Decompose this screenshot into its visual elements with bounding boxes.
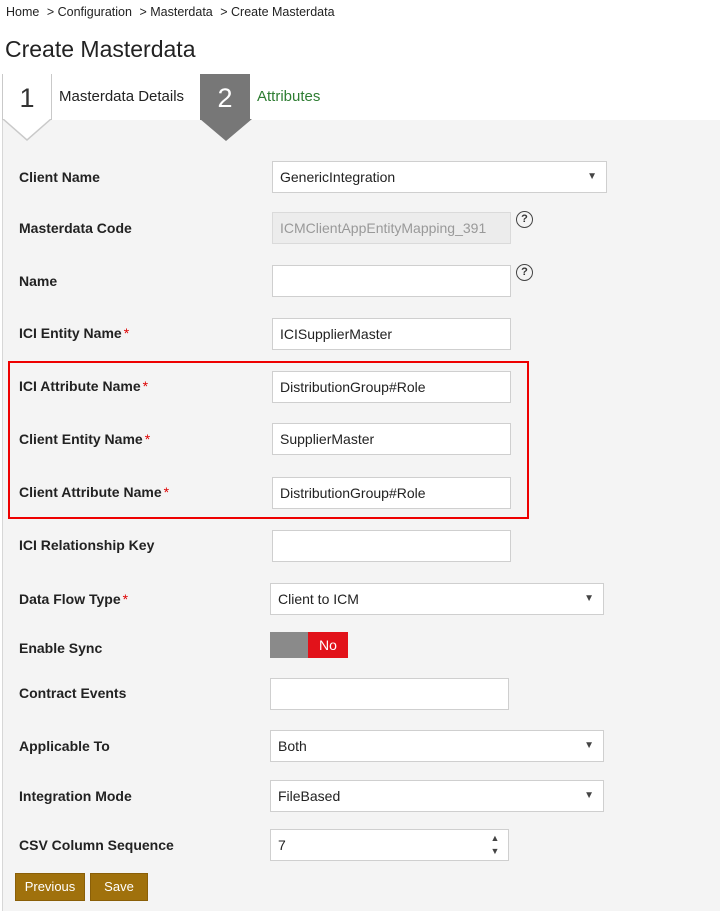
integration-mode-label: Integration Mode [19, 788, 132, 804]
breadcrumb-masterdata[interactable]: > Masterdata [139, 5, 212, 19]
ici-relationship-key-label: ICI Relationship Key [19, 537, 155, 553]
ici-entity-name-input[interactable]: ICISupplierMaster [272, 318, 511, 350]
data-flow-type-label: Data Flow Type * [19, 591, 129, 607]
step-2-pointer [200, 119, 252, 141]
client-attribute-name-input[interactable]: DistributionGroup#Role [272, 477, 511, 509]
data-flow-type-select[interactable]: Client to ICM ▼ [270, 583, 604, 615]
toggle-state: No [308, 632, 348, 658]
masterdata-code-input: ICMClientAppEntityMapping_391 [272, 212, 511, 244]
ici-relationship-key-input[interactable] [272, 530, 511, 562]
breadcrumb-home[interactable]: Home [6, 5, 39, 19]
ici-attribute-name-input[interactable]: DistributionGroup#Role [272, 371, 511, 403]
integration-mode-select[interactable]: FileBased ▼ [270, 780, 604, 812]
name-label: Name [19, 273, 58, 289]
ici-attribute-name-label: ICI Attribute Name * [19, 378, 149, 394]
help-icon[interactable]: ? [516, 264, 533, 281]
client-entity-name-label: Client Entity Name * [19, 431, 151, 447]
client-name-select[interactable]: GenericIntegration ▼ [272, 161, 607, 193]
step-2-number[interactable]: 2 [200, 74, 250, 120]
chevron-down-icon: ▼ [584, 790, 594, 801]
wizard-tabs: 1 Masterdata Details 2 Attributes [0, 74, 720, 120]
enable-sync-label: Enable Sync [19, 640, 103, 656]
client-attribute-name-label: Client Attribute Name * [19, 484, 170, 500]
masterdata-code-label: Masterdata Code [19, 220, 132, 236]
chevron-down-icon: ▼ [584, 740, 594, 751]
contract-events-label: Contract Events [19, 685, 127, 701]
breadcrumb-current: > Create Masterdata [220, 5, 335, 19]
enable-sync-toggle[interactable]: No [270, 632, 348, 658]
client-name-label: Client Name [19, 169, 100, 185]
step-2-label[interactable]: Attributes [257, 88, 320, 105]
toggle-handle [270, 632, 308, 658]
spin-up-icon[interactable]: ▲ [482, 832, 508, 845]
step-1-pointer-inner [3, 118, 51, 139]
chevron-down-icon: ▼ [584, 593, 594, 604]
name-input[interactable] [272, 265, 511, 297]
page-title: Create Masterdata [5, 36, 196, 62]
spin-down-icon[interactable]: ▼ [482, 845, 508, 858]
csv-column-sequence-label: CSV Column Sequence [19, 837, 174, 853]
step-1-number[interactable]: 1 [2, 74, 52, 120]
contract-events-input[interactable] [270, 678, 509, 710]
breadcrumb: Home > Configuration > Masterdata > Crea… [6, 5, 339, 19]
previous-button[interactable]: Previous [15, 873, 85, 901]
step-1-label[interactable]: Masterdata Details [59, 88, 184, 105]
save-button[interactable]: Save [90, 873, 148, 901]
chevron-down-icon: ▼ [587, 171, 597, 182]
ici-entity-name-label: ICI Entity Name * [19, 325, 130, 341]
breadcrumb-configuration[interactable]: > Configuration [47, 5, 132, 19]
client-entity-name-input[interactable]: SupplierMaster [272, 423, 511, 455]
applicable-to-label: Applicable To [19, 738, 110, 754]
applicable-to-select[interactable]: Both ▼ [270, 730, 604, 762]
help-icon[interactable]: ? [516, 211, 533, 228]
csv-column-sequence-input[interactable]: 7 ▲ ▼ [270, 829, 509, 861]
number-spinner[interactable]: ▲ ▼ [482, 830, 508, 860]
